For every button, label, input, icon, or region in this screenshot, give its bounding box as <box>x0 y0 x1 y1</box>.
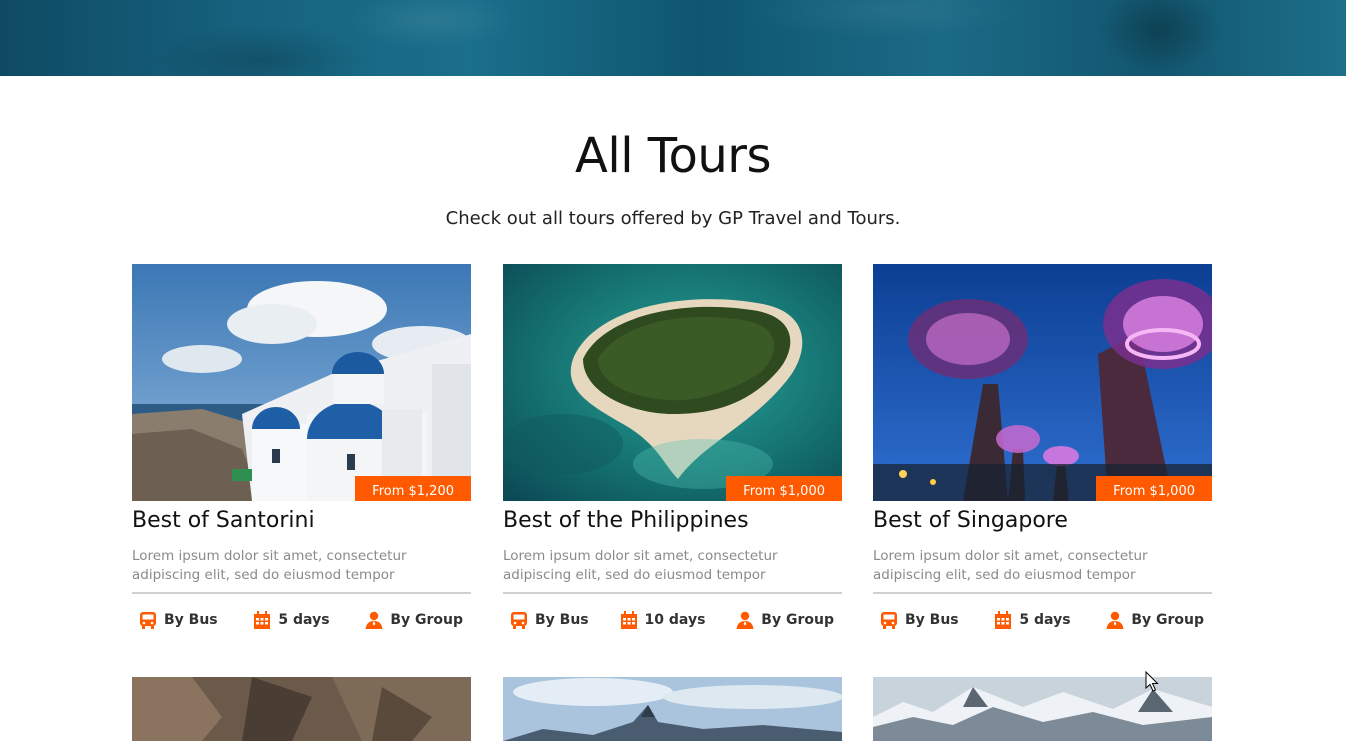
meta-group: By Group <box>1105 610 1204 630</box>
tour-meta: By Bus 5 days By Group <box>132 609 471 631</box>
meta-duration: 10 days <box>619 610 706 630</box>
divider <box>503 592 842 594</box>
price-badge: From $1,200 <box>355 476 471 501</box>
tour-meta: By Bus 5 days By Group <box>873 609 1212 631</box>
meta-duration: 5 days <box>252 610 330 630</box>
duration-label: 10 days <box>644 612 706 628</box>
tour-image-santorini[interactable]: From $1,200 <box>132 264 471 501</box>
price-badge: From $1,000 <box>726 476 842 501</box>
tour-image-singapore[interactable]: From $1,000 <box>873 264 1212 501</box>
mouse-cursor-icon <box>1145 670 1159 693</box>
tour-image-next-1[interactable] <box>132 677 471 741</box>
tour-image-next-3[interactable] <box>873 677 1212 741</box>
tour-description: Lorem ipsum dolor sit amet, consectetur … <box>503 548 778 583</box>
tour-card-santorini[interactable]: From $1,200 Best of Santorini Lorem ipsu… <box>132 264 471 631</box>
tour-title[interactable]: Best of the Philippines <box>503 508 842 536</box>
bus-icon <box>138 610 158 630</box>
tour-card-singapore[interactable]: From $1,000 Best of Singapore Lorem ipsu… <box>873 264 1212 631</box>
transport-label: By Bus <box>535 612 589 628</box>
calendar-icon <box>252 610 272 630</box>
calendar-icon <box>619 610 639 630</box>
tour-title[interactable]: Best of Santorini <box>132 508 471 536</box>
transport-label: By Bus <box>905 612 959 628</box>
tour-description: Lorem ipsum dolor sit amet, consectetur … <box>873 548 1148 583</box>
meta-transport: By Bus <box>138 610 218 630</box>
tour-image-next-2[interactable] <box>503 677 842 741</box>
transport-label: By Bus <box>164 612 218 628</box>
person-icon <box>735 610 755 630</box>
meta-group: By Group <box>735 610 834 630</box>
page-subtitle: Check out all tours offered by GP Travel… <box>445 208 901 229</box>
divider <box>873 592 1212 594</box>
person-icon <box>364 610 384 630</box>
price-badge: From $1,000 <box>1096 476 1212 501</box>
meta-transport: By Bus <box>509 610 589 630</box>
meta-transport: By Bus <box>879 610 959 630</box>
duration-label: 5 days <box>1019 612 1071 628</box>
tour-description: Lorem ipsum dolor sit amet, consectetur … <box>132 548 407 583</box>
group-label: By Group <box>390 612 463 628</box>
calendar-icon <box>993 610 1013 630</box>
meta-duration: 5 days <box>993 610 1071 630</box>
divider <box>132 592 471 594</box>
duration-label: 5 days <box>278 612 330 628</box>
tour-image-philippines[interactable]: From $1,000 <box>503 264 842 501</box>
person-icon <box>1105 610 1125 630</box>
meta-group: By Group <box>364 610 463 630</box>
group-label: By Group <box>761 612 834 628</box>
bus-icon <box>509 610 529 630</box>
page-title: All Tours <box>575 128 771 184</box>
tour-meta: By Bus 10 days By Group <box>503 609 842 631</box>
hero-banner <box>0 0 1346 76</box>
bus-icon <box>879 610 899 630</box>
group-label: By Group <box>1131 612 1204 628</box>
tour-card-philippines[interactable]: From $1,000 Best of the Philippines Lore… <box>503 264 842 631</box>
tour-title[interactable]: Best of Singapore <box>873 508 1212 536</box>
